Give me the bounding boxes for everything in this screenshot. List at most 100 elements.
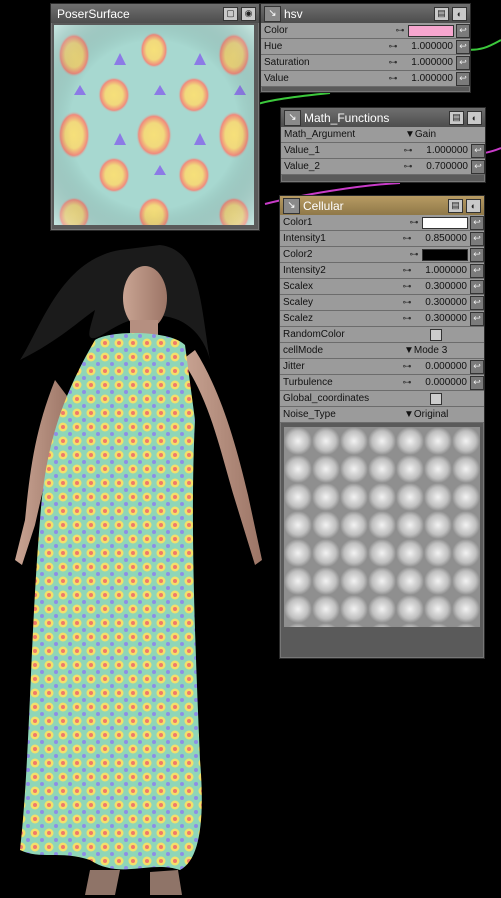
param-value[interactable]: 0.850000 [415, 233, 469, 244]
node-menu-icon[interactable]: ↘ [283, 197, 300, 214]
input-plug-icon[interactable]: ↩ [470, 231, 484, 246]
cellular-row-global-coordinates[interactable]: Global_coordinates [280, 391, 484, 407]
link-icon[interactable]: ⊶ [399, 233, 415, 244]
link-icon[interactable]: ⊶ [399, 297, 415, 308]
collapse-icon[interactable]: ◐ [452, 6, 467, 21]
cellular-row-cellmode[interactable]: cellMode ▼Mode 3 [280, 343, 484, 359]
input-plug-icon[interactable]: ↩ [471, 143, 485, 158]
cellular-header[interactable]: ↘ Cellular ▤ ◐ [280, 196, 484, 215]
collapse-icon[interactable]: ◐ [467, 110, 482, 125]
link-icon[interactable]: ⊶ [385, 57, 401, 68]
param-label: Turbulence [283, 377, 333, 388]
cellular-row-scaley[interactable]: Scaley ⊶ 0.300000 ↩ [280, 295, 484, 311]
hsv-row-color[interactable]: Color ⊶ ↩ [261, 23, 470, 39]
param-value[interactable]: 0.000000 [415, 377, 469, 388]
surface-preview [54, 25, 254, 225]
dropdown[interactable]: ▼Gain [405, 129, 485, 140]
math-row-math-argument[interactable]: Math_Argument ▼Gain [281, 127, 485, 143]
dropdown[interactable]: ▼Original [404, 409, 484, 420]
cellular-node[interactable]: ↘ Cellular ▤ ◐ Color1 ⊶ ↩ Intensity1 ⊶ 0.8500… [279, 195, 485, 659]
color-swatch[interactable] [422, 216, 468, 229]
link-icon[interactable]: ⊶ [385, 41, 401, 52]
param-value[interactable]: 1.000000 [401, 73, 455, 84]
cellular-row-jitter[interactable]: Jitter ⊶ 0.000000 ↩ [280, 359, 484, 375]
hsv-row-hue[interactable]: Hue ⊶ 1.000000 ↩ [261, 39, 470, 55]
input-plug-icon[interactable]: ↩ [470, 375, 484, 390]
input-plug-icon[interactable]: ↩ [456, 55, 470, 70]
cellular-row-color1[interactable]: Color1 ⊶ ↩ [280, 215, 484, 231]
input-plug-icon[interactable]: ↩ [470, 215, 484, 230]
input-plug-icon[interactable]: ↩ [456, 39, 470, 54]
color-swatch[interactable] [422, 248, 468, 261]
cellular-row-intensity1[interactable]: Intensity1 ⊶ 0.850000 ↩ [280, 231, 484, 247]
param-value[interactable]: 0.700000 [416, 161, 470, 172]
hsv-node[interactable]: ↘ hsv ▤ ◐ Color ⊶ ↩ Hue ⊶ 1.000000 ↩ Saturation… [260, 3, 471, 93]
param-label: Color2 [283, 249, 313, 260]
options-icon[interactable]: ▤ [449, 110, 464, 125]
link-icon[interactable]: ⊶ [400, 161, 416, 172]
hsv-row-value[interactable]: Value ⊶ 1.000000 ↩ [261, 71, 470, 87]
math-functions-node[interactable]: ↘ Math_Functions ▤ ◐ Math_Argument ▼Gain V… [280, 107, 486, 183]
cellular-row-turbulence[interactable]: Turbulence ⊶ 0.000000 ↩ [280, 375, 484, 391]
link-icon[interactable]: ⊶ [399, 313, 415, 324]
link-icon[interactable]: ⊶ [399, 265, 415, 276]
color-swatch[interactable] [408, 24, 454, 37]
param-value[interactable]: 1.000000 [415, 265, 469, 276]
math-row-value-1[interactable]: Value_1 ⊶ 1.000000 ↩ [281, 143, 485, 159]
poser-surface-node[interactable]: PoserSurface ▢ ◉ [50, 3, 260, 231]
link-icon[interactable]: ⊶ [400, 145, 416, 156]
math-header[interactable]: ↘ Math_Functions ▤ ◐ [281, 108, 485, 127]
link-icon[interactable]: ⊶ [406, 249, 422, 260]
param-label: Value_2 [284, 161, 320, 172]
param-value[interactable]: 0.000000 [415, 361, 469, 372]
input-plug-icon[interactable]: ↩ [470, 311, 484, 326]
math-title: Math_Functions [304, 110, 390, 125]
hsv-row-saturation[interactable]: Saturation ⊶ 1.000000 ↩ [261, 55, 470, 71]
link-icon[interactable]: ⊶ [392, 25, 408, 36]
input-plug-icon[interactable]: ↩ [470, 359, 484, 374]
cellular-row-color2[interactable]: Color2 ⊶ ↩ [280, 247, 484, 263]
param-label: Jitter [283, 361, 305, 372]
collapse-icon[interactable]: ◐ [466, 198, 481, 213]
math-rows: Math_Argument ▼Gain Value_1 ⊶ 1.000000 ↩ Value… [281, 127, 485, 175]
input-plug-icon[interactable]: ↩ [456, 71, 470, 86]
link-icon[interactable]: ⊶ [399, 361, 415, 372]
input-plug-icon[interactable]: ↩ [456, 23, 470, 38]
param-value[interactable]: 1.000000 [401, 57, 455, 68]
cellular-preview [284, 427, 480, 627]
options-icon[interactable]: ▤ [434, 6, 449, 21]
input-plug-icon[interactable]: ↩ [470, 279, 484, 294]
param-value[interactable]: 1.000000 [401, 41, 455, 52]
link-icon[interactable]: ⊶ [385, 73, 401, 84]
cellular-row-scalez[interactable]: Scalez ⊶ 0.300000 ↩ [280, 311, 484, 327]
options-icon[interactable]: ▤ [448, 198, 463, 213]
poser-surface-header[interactable]: PoserSurface ▢ ◉ [51, 4, 259, 23]
input-plug-icon[interactable]: ↩ [471, 159, 485, 174]
param-value[interactable]: 0.300000 [415, 313, 469, 324]
dropdown[interactable]: ▼Mode 3 [404, 345, 484, 356]
param-value[interactable]: 0.300000 [415, 281, 469, 292]
checkbox[interactable] [430, 328, 442, 341]
eye-icon[interactable]: ◉ [241, 6, 256, 21]
input-plug-icon[interactable]: ↩ [470, 247, 484, 262]
cellular-row-noise-type[interactable]: Noise_Type ▼Original [280, 407, 484, 423]
link-icon[interactable]: ⊶ [406, 217, 422, 228]
node-menu-icon[interactable]: ↘ [284, 109, 301, 126]
node-menu-icon[interactable]: ↘ [264, 5, 281, 22]
input-plug-icon[interactable]: ↩ [470, 295, 484, 310]
cellular-row-randomcolor[interactable]: RandomColor [280, 327, 484, 343]
cellular-row-intensity2[interactable]: Intensity2 ⊶ 1.000000 ↩ [280, 263, 484, 279]
link-icon[interactable]: ⊶ [399, 281, 415, 292]
hsv-header[interactable]: ↘ hsv ▤ ◐ [261, 4, 470, 23]
param-value[interactable]: 0.300000 [415, 297, 469, 308]
param-label: Saturation [264, 57, 310, 68]
link-icon[interactable]: ⊶ [399, 377, 415, 388]
right-arm [182, 350, 262, 565]
cellular-row-scalex[interactable]: Scalex ⊶ 0.300000 ↩ [280, 279, 484, 295]
checkbox[interactable] [430, 392, 442, 405]
math-row-value-2[interactable]: Value_2 ⊶ 0.700000 ↩ [281, 159, 485, 175]
collapse-icon[interactable]: ▢ [223, 6, 238, 21]
input-plug-icon[interactable]: ↩ [470, 263, 484, 278]
param-value[interactable]: 1.000000 [416, 145, 470, 156]
param-label: cellMode [283, 345, 324, 356]
